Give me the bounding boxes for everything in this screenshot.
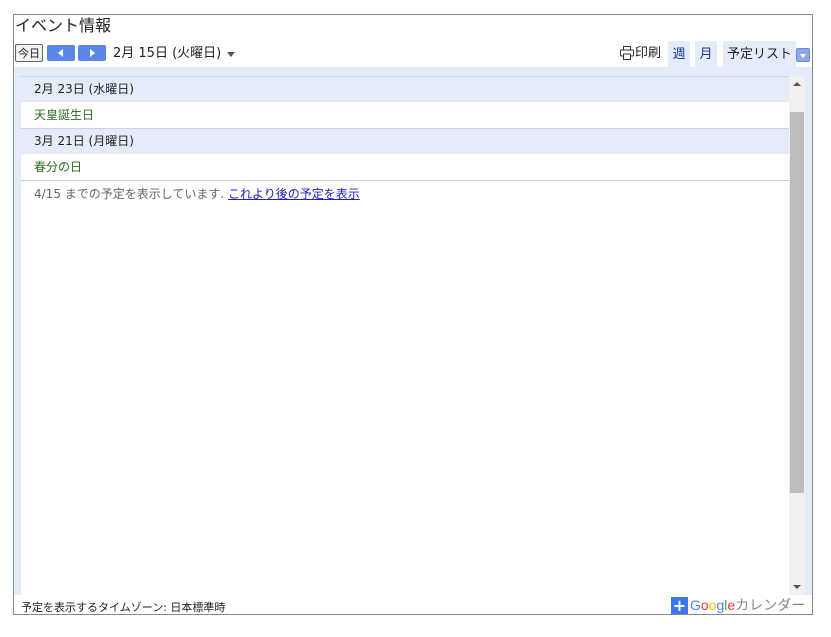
day-header: 2月 23日 (水曜日): [21, 76, 789, 101]
scroll-down-icon[interactable]: [793, 585, 801, 589]
agenda-list: 2月 23日 (水曜日) 天皇誕生日 3月 21日 (月曜日) 春分の日 4/1…: [21, 76, 789, 595]
scroll-up-icon[interactable]: [793, 82, 801, 86]
prev-button[interactable]: [47, 45, 75, 61]
agenda-range-text: 4/15 までの予定を表示しています.: [34, 187, 225, 201]
calendar-label: カレンダー: [735, 598, 806, 614]
day-header: 3月 21日 (月曜日): [21, 128, 789, 153]
chevron-left-icon: [58, 49, 63, 57]
view-dropdown-button[interactable]: [796, 48, 810, 62]
show-more-link[interactable]: これより後の予定を表示: [228, 187, 360, 201]
tab-agenda[interactable]: 予定リスト: [723, 41, 796, 69]
timezone-label: 予定を表示するタイムゾーン: 日本標準時: [21, 601, 226, 614]
plus-icon: +: [671, 596, 688, 615]
tab-week[interactable]: 週: [668, 41, 690, 69]
printer-icon: [620, 46, 634, 60]
date-picker-dropdown-icon[interactable]: [227, 52, 235, 57]
date-range-label[interactable]: 2月 15日 (火曜日): [113, 44, 221, 64]
next-button[interactable]: [78, 45, 106, 61]
event-item[interactable]: 天皇誕生日: [21, 101, 789, 128]
chevron-down-icon: [800, 54, 806, 58]
tab-month[interactable]: 月: [695, 41, 717, 69]
chevron-right-icon: [90, 49, 95, 57]
google-logo-letter: G: [690, 597, 701, 613]
print-button[interactable]: 印刷: [620, 44, 661, 64]
calendar-widget: イベント情報 今日 2月 15日 (火曜日) 印刷 週 月 予定リスト 2月 2…: [13, 14, 813, 615]
google-logo: Google: [690, 597, 735, 613]
event-item[interactable]: 春分の日: [21, 153, 789, 180]
agenda-scrollbar[interactable]: [789, 76, 805, 595]
agenda-range-note: 4/15 までの予定を表示しています. これより後の予定を表示: [21, 180, 789, 207]
today-button[interactable]: 今日: [15, 44, 43, 62]
scrollbar-thumb[interactable]: [790, 112, 804, 493]
google-logo-letter: o: [700, 597, 709, 613]
calendar-title: イベント情報: [15, 16, 112, 35]
calendar-toolbar: 今日 2月 15日 (火曜日) 印刷 週 月 予定リスト: [14, 41, 812, 69]
print-label: 印刷: [635, 46, 662, 61]
add-to-google-calendar-button[interactable]: + Googleカレンダー: [671, 597, 805, 614]
calendar-footer: 予定を表示するタイムゾーン: 日本標準時 + Googleカレンダー: [14, 595, 812, 614]
